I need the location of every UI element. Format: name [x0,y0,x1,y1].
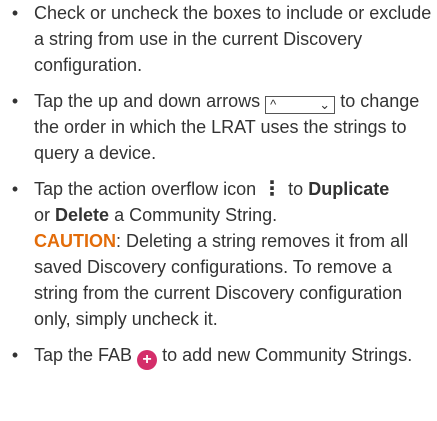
duplicate-term: Duplicate [308,179,390,199]
fab-plus-icon: + [137,350,158,370]
list-item-checkbox: • Check or uncheck the boxes to include … [0,0,437,78]
item-text: Check or uncheck the boxes to include or… [34,3,432,75]
bullet: • [11,91,19,111]
up-arrow-icon: ^ [270,97,277,112]
bullet: • [11,179,19,199]
delete-term: Delete [55,205,110,225]
item-text-after: a Community String. [114,205,278,225]
overflow-menu-icon: ⋮ [262,178,283,200]
item-text-before: Tap the FAB [34,345,133,365]
item-text-or: or [34,205,51,225]
list-item-fab: • Tap the FAB + to add new Community Str… [0,342,437,370]
caution-label: CAUTION [34,231,116,251]
bullet: • [11,345,19,365]
down-arrow-icon: ⌄ [319,97,331,112]
item-text-after: to add new Community Strings. [162,345,413,365]
item-text-before: Tap the up and down arrows [34,91,261,111]
instruction-list: • Check or uncheck the boxes to include … [0,0,437,370]
item-text-before: Tap the action overflow icon [34,179,257,199]
item-text-to: to [288,179,304,199]
list-item-overflow: • Tap the action overflow icon ⋮ to Dupl… [0,176,437,332]
list-item-reorder: • Tap the up and down arrows ^ ⌄ to chang… [0,88,437,166]
up-down-arrows-icon: ^ ⌄ [265,96,336,114]
bullet: • [11,3,19,23]
